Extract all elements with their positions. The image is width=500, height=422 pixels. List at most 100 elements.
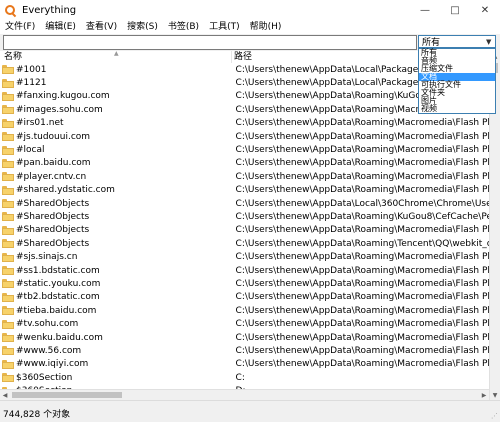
menu-help[interactable]: 帮助(H) — [245, 20, 287, 34]
table-row[interactable]: #1001 C:\Users\thenew\AppData\Local\Packa… — [0, 63, 489, 76]
row-name: #www.56.com — [16, 345, 82, 356]
row-name: #static.youku.com — [16, 278, 101, 289]
row-name: #images.sohu.com — [16, 104, 103, 115]
close-button[interactable]: ✕ — [470, 0, 500, 20]
table-row[interactable]: #sjs.sinajs.cn C:\Users\thenew\AppData\Ro… — [0, 250, 489, 263]
menu-tools[interactable]: 工具(T) — [204, 20, 245, 34]
table-row[interactable]: #SharedObjects C:\Users\thenew\AppData\Ro… — [0, 210, 489, 223]
menu-search[interactable]: 搜索(S) — [122, 20, 163, 34]
menu-bookmarks[interactable]: 书签(B) — [163, 20, 204, 34]
scroll-down-arrow-icon[interactable]: ▼ — [490, 390, 500, 400]
chevron-down-icon: ▼ — [486, 37, 492, 46]
row-path: C:\Users\thenew\AppData\Roaming\KuGou8\C… — [235, 211, 489, 222]
scroll-right-arrow-icon[interactable]: ▶ — [479, 390, 489, 400]
folder-icon — [2, 91, 14, 101]
column-divider[interactable] — [231, 51, 232, 63]
row-name: #sjs.sinajs.cn — [16, 252, 78, 263]
table-row[interactable]: #irs01.net C:\Users\thenew\AppData\Roamin… — [0, 117, 489, 130]
scroll-left-arrow-icon[interactable]: ◀ — [0, 390, 10, 400]
table-row[interactable]: #static.youku.com C:\Users\thenew\AppData… — [0, 277, 489, 290]
column-header-path[interactable]: 路径 — [234, 51, 252, 63]
row-name: #1121 — [16, 78, 47, 89]
table-row[interactable]: #SharedObjects C:\Users\thenew\AppData\Ro… — [0, 237, 489, 250]
folder-icon — [2, 319, 14, 329]
row-path: C:\Users\thenew\AppData\Roaming\Macromed… — [235, 131, 489, 142]
table-row[interactable]: #www.iqiyi.com C:\Users\thenew\AppData\Ro… — [0, 358, 489, 371]
folder-icon — [2, 158, 14, 168]
folder-icon — [2, 306, 14, 316]
resize-grip-icon[interactable]: ⋰ — [491, 412, 498, 420]
folder-icon — [2, 373, 14, 383]
folder-icon — [2, 292, 14, 302]
table-row[interactable]: #fanxing.kugou.com C:\Users\thenew\AppDat… — [0, 90, 489, 103]
row-path: C:\Users\thenew\AppData\Roaming\Macromed… — [235, 225, 489, 236]
folder-icon — [2, 225, 14, 235]
row-name: #SharedObjects — [16, 198, 90, 209]
folder-icon — [2, 359, 14, 369]
row-name: #SharedObjects — [16, 225, 90, 236]
everything-logo-icon — [5, 4, 17, 17]
title-bar: Everything — □ ✕ — [0, 0, 500, 21]
minimize-button[interactable]: — — [410, 0, 440, 20]
row-path: C:\Users\thenew\AppData\Roaming\Macromed… — [235, 158, 489, 169]
sort-ascending-icon: ▲ — [114, 50, 119, 57]
row-path: C:\Users\thenew\AppData\Roaming\Macromed… — [235, 345, 489, 356]
row-name: #shared.ydstatic.com — [16, 185, 115, 196]
search-input[interactable] — [3, 35, 417, 50]
folder-icon — [2, 212, 14, 222]
folder-icon — [2, 65, 14, 75]
table-row[interactable]: #tieba.baidu.com C:\Users\thenew\AppData\… — [0, 304, 489, 317]
row-name: #js.tudouui.com — [16, 131, 91, 142]
row-path: C:\Users\thenew\AppData\Roaming\Tencent\… — [235, 238, 489, 249]
row-name: #player.cntv.cn — [16, 171, 87, 182]
folder-icon — [2, 132, 14, 142]
row-name: #SharedObjects — [16, 238, 90, 249]
table-row[interactable]: #player.cntv.cn C:\Users\thenew\AppData\R… — [0, 170, 489, 183]
table-row[interactable]: #js.tudouui.com C:\Users\thenew\AppData\R… — [0, 130, 489, 143]
row-path: C:\Users\thenew\AppData\Roaming\Macromed… — [235, 292, 489, 303]
horizontal-scroll-thumb[interactable] — [12, 392, 122, 398]
table-row[interactable]: #ss1.bdstatic.com C:\Users\thenew\AppData… — [0, 264, 489, 277]
menu-file[interactable]: 文件(F) — [0, 20, 40, 34]
status-bar: 744,828 个对象 ⋰ — [0, 400, 500, 422]
row-path: C:\Users\thenew\AppData\Roaming\Macromed… — [235, 265, 489, 276]
row-name: #tv.sohu.com — [16, 319, 79, 330]
table-row[interactable]: #wenku.baidu.com C:\Users\thenew\AppData\… — [0, 331, 489, 344]
row-name: #tieba.baidu.com — [16, 305, 97, 316]
table-row[interactable]: #images.sohu.com C:\Users\thenew\AppData\… — [0, 103, 489, 116]
table-row[interactable]: $360Section C: — [0, 371, 489, 384]
table-row[interactable]: #SharedObjects C:\Users\thenew\AppData\Lo… — [0, 197, 489, 210]
row-path: C:\Users\thenew\AppData\Roaming\Macromed… — [235, 185, 489, 196]
row-name: #fanxing.kugou.com — [16, 91, 110, 102]
row-path: C:\Users\thenew\AppData\Roaming\Macromed… — [235, 332, 489, 343]
table-row[interactable]: #www.56.com C:\Users\thenew\AppData\Roami… — [0, 344, 489, 357]
column-header-name[interactable]: 名称 — [4, 51, 22, 63]
folder-icon — [2, 266, 14, 276]
folder-icon — [2, 252, 14, 262]
row-path: C:\Users\thenew\AppData\Roaming\Macromed… — [235, 319, 489, 330]
horizontal-scrollbar[interactable]: ◀ ▶ — [0, 389, 489, 400]
row-path: C:\Users\thenew\AppData\Roaming\Macromed… — [235, 359, 489, 370]
table-row[interactable]: #tv.sohu.com C:\Users\thenew\AppData\Roam… — [0, 317, 489, 330]
table-row[interactable]: #local C:\Users\thenew\AppData\Roaming\Ma… — [0, 143, 489, 156]
table-row[interactable]: #SharedObjects C:\Users\thenew\AppData\Ro… — [0, 224, 489, 237]
table-row[interactable]: #shared.ydstatic.com C:\Users\thenew\AppD… — [0, 184, 489, 197]
row-path: C:\Users\thenew\AppData\Roaming\Macromed… — [235, 118, 489, 129]
menu-edit[interactable]: 编辑(E) — [40, 20, 81, 34]
folder-icon — [2, 346, 14, 356]
row-name: #pan.baidu.com — [16, 158, 91, 169]
menu-view[interactable]: 查看(V) — [81, 20, 122, 34]
filter-option-video[interactable]: 视频 — [419, 105, 495, 113]
file-list: #1001 C:\Users\thenew\AppData\Local\Packa… — [0, 63, 489, 400]
row-path: C:\Users\thenew\AppData\Roaming\Macromed… — [235, 171, 489, 182]
folder-icon — [2, 185, 14, 195]
row-path: C:\Users\thenew\AppData\Roaming\Macromed… — [235, 252, 489, 263]
table-row[interactable]: #1121 C:\Users\thenew\AppData\Local\Packa… — [0, 76, 489, 89]
table-row[interactable]: #pan.baidu.com C:\Users\thenew\AppData\Ro… — [0, 157, 489, 170]
filter-dropdown-list: 所有 音频 压缩文件 文档 可执行文件 文件夹 图片 视频 — [418, 48, 496, 114]
folder-icon — [2, 199, 14, 209]
filter-select[interactable]: 所有 ▼ — [418, 35, 496, 48]
row-name: #wenku.baidu.com — [16, 332, 103, 343]
table-row[interactable]: #tb2.bdstatic.com C:\Users\thenew\AppData… — [0, 291, 489, 304]
maximize-button[interactable]: □ — [440, 0, 470, 20]
